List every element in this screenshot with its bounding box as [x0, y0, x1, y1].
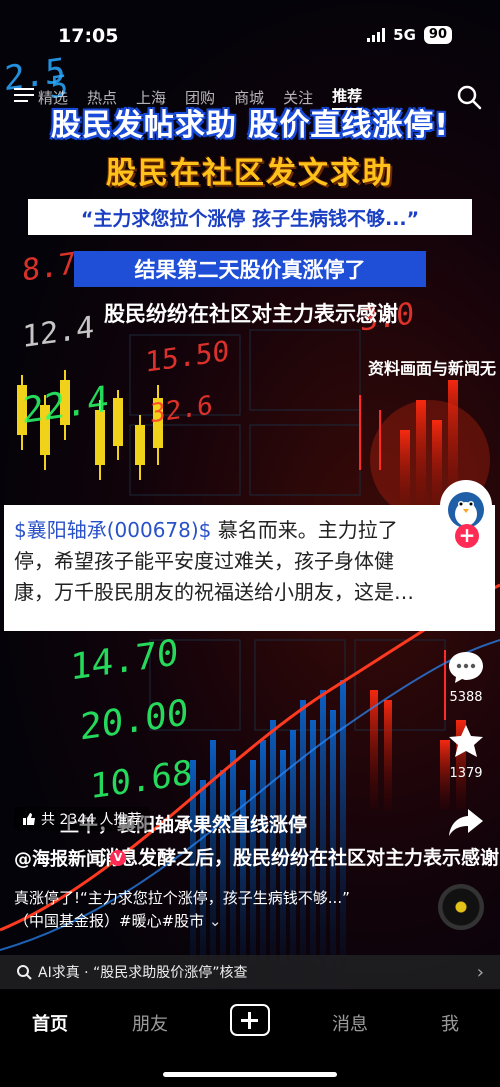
- stock-tag: $襄阳轴承(000678)$: [14, 518, 212, 542]
- thumbs-up-icon: [23, 813, 35, 825]
- tab-home[interactable]: 首页: [10, 1010, 90, 1036]
- desc-line-2: （中国基金报）#暖心#股市 ⌄: [14, 912, 222, 930]
- recommend-count-text: 共 2344 人推荐: [41, 812, 142, 828]
- recommend-count-pill[interactable]: 共 2344 人推荐: [14, 807, 150, 831]
- result-banner: 结果第二天股价真涨停了: [74, 251, 426, 287]
- top-nav: 精选 热点 上海 团购 商城 关注 推荐: [0, 82, 500, 112]
- tab-tuangou[interactable]: 团购: [185, 87, 215, 108]
- star-icon: [449, 725, 483, 757]
- search-icon[interactable]: [456, 84, 482, 114]
- follow-plus-button[interactable]: +: [455, 524, 479, 548]
- card-line-1: $襄阳轴承(000678)$ 慕名而来。主力拉了: [14, 518, 398, 542]
- card-line-2: 停，希望孩子能平安度过难关，孩子身体健: [14, 549, 394, 573]
- headline-thanks: 股民纷纷在社区对主力表示感谢: [104, 302, 398, 326]
- tab-redian[interactable]: 热点: [87, 87, 117, 108]
- tab-tuijian[interactable]: 推荐: [332, 85, 363, 110]
- music-disc-icon[interactable]: [438, 884, 484, 930]
- tab-friends[interactable]: 朋友: [110, 1010, 190, 1036]
- comment-count: 5388: [449, 690, 483, 705]
- post-description[interactable]: 真涨停了!“主力求您拉个涨停，孩子生病钱不够...” （中国基金报）#暖心#股市…: [14, 887, 434, 933]
- share-arrow-icon: [449, 809, 483, 836]
- menu-icon[interactable]: [0, 87, 38, 107]
- tab-me[interactable]: 我: [410, 1010, 490, 1036]
- card-line-3: 康，万千股民朋友的祝福送给小朋友，这是…: [14, 580, 414, 604]
- tab-guanzhu[interactable]: 关注: [283, 87, 313, 108]
- signal-icon: [367, 28, 386, 42]
- favorite-count: 1379: [449, 766, 483, 781]
- create-plus-button[interactable]: [230, 1004, 270, 1036]
- author-name[interactable]: @海报新闻 V: [14, 845, 126, 871]
- like-action[interactable]: [440, 565, 492, 605]
- status-bar: 17:05 5G 90: [0, 0, 500, 70]
- tab-messages[interactable]: 消息: [310, 1010, 390, 1036]
- comment-icon: [449, 652, 483, 683]
- comment-action[interactable]: 5388: [440, 648, 492, 705]
- footage-disclaimer: 资料画面与新闻无: [367, 359, 496, 378]
- desc-line-1: 真涨停了!“主力求您拉个涨停，孩子生病钱不够...”: [14, 889, 350, 907]
- search-icon: [17, 965, 32, 980]
- chevron-right-icon: ›: [476, 961, 484, 983]
- favorite-action[interactable]: 1379: [440, 722, 492, 781]
- status-icons: 5G 90: [367, 26, 452, 44]
- ai-fact-check-bar[interactable]: AI求真 · “股民求助股价涨停”核查 ›: [0, 955, 500, 989]
- clock: 17:05: [58, 25, 119, 47]
- tab-jingxuan[interactable]: 精选: [38, 87, 68, 108]
- share-action[interactable]: [440, 805, 492, 843]
- headline-gold: 股民在社区发文求助: [106, 156, 394, 191]
- battery-icon: 90: [423, 26, 452, 44]
- heart-icon: [449, 568, 483, 598]
- verified-badge-icon: V: [110, 850, 126, 866]
- expand-chevron-icon[interactable]: ⌄: [209, 912, 222, 930]
- tab-shangcheng[interactable]: 商城: [234, 87, 264, 108]
- home-indicator: [163, 1072, 337, 1077]
- network-label: 5G: [393, 26, 416, 44]
- quote-banner: “主力求您拉个涨停 孩子生病钱不够...”: [28, 199, 472, 235]
- subtitle-line-2: 消息发酵之后，股民纷纷在社区对主力表示感谢: [100, 847, 500, 869]
- tab-shanghai[interactable]: 上海: [136, 87, 166, 108]
- post-screenshot-card: $襄阳轴承(000678)$ 慕名而来。主力拉了 停，希望孩子能平安度过难关，孩…: [4, 505, 495, 631]
- ai-fact-check-label: AI求真 · “股民求助股价涨停”核查: [38, 965, 248, 981]
